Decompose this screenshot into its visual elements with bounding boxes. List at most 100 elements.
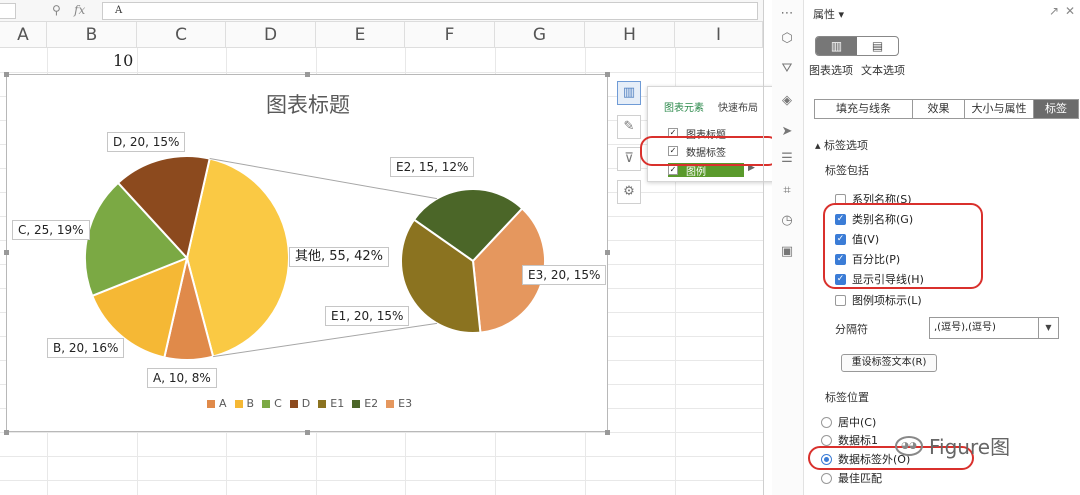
- tab-size-properties[interactable]: 大小与属性: [965, 100, 1034, 118]
- radio-inside-end[interactable]: [821, 434, 832, 446]
- legend-swatch: [262, 399, 271, 408]
- chart-options-icon[interactable]: ▥: [816, 37, 857, 55]
- radio-center[interactable]: [821, 416, 832, 428]
- checkbox-legend[interactable]: ✓: [668, 165, 678, 175]
- resize-handle[interactable]: [605, 430, 610, 435]
- data-label-e3[interactable]: E3, 20, 15%: [522, 265, 607, 285]
- data-label-other[interactable]: 其他, 55, 42%: [289, 247, 389, 267]
- resize-handle[interactable]: [4, 430, 9, 435]
- tab-labels[interactable]: 标签: [1034, 100, 1078, 118]
- section-label-options[interactable]: ▴ 标签选项: [815, 137, 868, 153]
- pie-of-pie-chart[interactable]: 图表标题 D, 20, 15% C, 25, 19% B, 20, 16% A,…: [6, 74, 608, 432]
- position-inside-end[interactable]: 数据标1: [821, 433, 878, 447]
- reset-label-text-button[interactable]: 重设标签文本(R): [841, 354, 937, 372]
- formula-bar: ⚲ fx A: [0, 0, 763, 22]
- tab-chart-elements[interactable]: 图表元素: [664, 99, 704, 114]
- chart-filter-icon[interactable]: ⊽: [617, 147, 641, 171]
- column-header-c[interactable]: C: [137, 22, 226, 48]
- column-header-i[interactable]: I: [675, 22, 763, 48]
- chart-style-brush-icon[interactable]: ✎: [617, 115, 641, 139]
- close-icon[interactable]: ✕: [1065, 4, 1075, 18]
- expand-icon[interactable]: ↗: [1049, 4, 1059, 18]
- data-label-e2[interactable]: E2, 15, 12%: [390, 157, 475, 177]
- chart-settings-gear-icon[interactable]: ⚙: [617, 180, 641, 204]
- position-best-fit[interactable]: 最佳匹配: [821, 471, 882, 485]
- crop-icon[interactable]: ⌗: [778, 182, 796, 200]
- resize-handle[interactable]: [305, 430, 310, 435]
- legend-item[interactable]: E3: [386, 397, 412, 410]
- properties-sliders-icon[interactable]: ☰: [778, 150, 796, 168]
- panel-divider[interactable]: [763, 0, 764, 495]
- sidebar-icon-column: ⋯ ⬡ ⛛ ◈ ➤ ☰ ⌗ ◷ ▣: [772, 0, 804, 495]
- image-icon[interactable]: ▣: [778, 243, 796, 261]
- tab-quick-layout[interactable]: 快速布局: [718, 99, 758, 114]
- shapes-icon[interactable]: ⬡: [778, 30, 796, 48]
- resize-handle[interactable]: [605, 72, 610, 77]
- option-label: 最佳匹配: [838, 472, 882, 485]
- column-header-g[interactable]: G: [495, 22, 585, 48]
- fill-bucket-icon[interactable]: ⛛: [778, 60, 796, 78]
- legend-label: D: [301, 397, 311, 410]
- watermark: ◕◕ Figure图: [895, 431, 1010, 460]
- column-header-a[interactable]: A: [0, 22, 47, 48]
- resize-handle[interactable]: [605, 250, 610, 255]
- separator-label: 分隔符: [835, 323, 868, 336]
- checkbox-legend-key[interactable]: [835, 294, 846, 306]
- option-segment: ▥ ▤: [815, 36, 899, 56]
- radio-best-fit[interactable]: [821, 472, 832, 484]
- text-options-icon[interactable]: ▤: [857, 37, 898, 55]
- zoom-icon[interactable]: ⚲: [52, 3, 61, 17]
- column-header-b[interactable]: B: [47, 22, 137, 48]
- legend-item[interactable]: E2: [352, 397, 378, 410]
- resize-handle[interactable]: [305, 72, 310, 77]
- style-icon[interactable]: ◈: [778, 92, 796, 110]
- position-center[interactable]: 居中(C): [821, 415, 876, 429]
- name-box[interactable]: [0, 3, 16, 19]
- legend-label: C: [274, 397, 282, 410]
- cell-b1-value[interactable]: 10: [113, 51, 133, 70]
- legend-item[interactable]: C: [262, 397, 282, 410]
- legend-item[interactable]: D: [289, 397, 311, 410]
- legend-label: E2: [364, 397, 379, 410]
- data-label-b[interactable]: B, 20, 16%: [47, 338, 125, 358]
- legend-item[interactable]: B: [234, 397, 254, 410]
- column-header-e[interactable]: E: [316, 22, 405, 48]
- legend-item[interactable]: E1: [318, 397, 344, 410]
- more-menu-icon[interactable]: ⋯: [778, 5, 796, 23]
- panel-title[interactable]: 属性 ▾: [813, 6, 844, 22]
- grid-line: [0, 480, 763, 481]
- separator-select[interactable]: ,(逗号),(逗号) ▼: [929, 317, 1059, 339]
- cursor-select-icon[interactable]: ➤: [778, 123, 796, 141]
- data-label-e1[interactable]: E1, 20, 15%: [325, 306, 410, 326]
- chart-legend[interactable]: A B C D E1 E2 E3: [207, 397, 412, 410]
- separator-value: ,(逗号),(逗号): [934, 322, 996, 333]
- legend-swatch: [352, 399, 361, 408]
- spreadsheet-app: ⚲ fx A A B C D E F G H I 10 图表标题 D, 20, …: [0, 0, 1080, 495]
- text-options-label[interactable]: 文本选项: [861, 62, 905, 78]
- data-label-c[interactable]: C, 25, 19%: [12, 220, 90, 240]
- chart-elements-popup: 图表元素 快速布局 ✓ 图表标题 ✓ 数据标签 ✓ 图例 ▶: [647, 86, 779, 182]
- formula-input[interactable]: A: [102, 2, 758, 20]
- option-legend-key[interactable]: 图例项标示(L): [835, 293, 922, 307]
- option-label: 图例项标示(L): [852, 294, 922, 307]
- legend-swatch: [386, 399, 395, 408]
- chart-elements-icon[interactable]: ▥: [617, 81, 641, 105]
- tab-effects[interactable]: 效果: [913, 100, 965, 118]
- history-icon[interactable]: ◷: [778, 212, 796, 230]
- legend-label: E3: [398, 397, 413, 410]
- data-label-d[interactable]: D, 20, 15%: [107, 132, 186, 152]
- column-header-h[interactable]: H: [585, 22, 675, 48]
- column-header-f[interactable]: F: [405, 22, 495, 48]
- legend-item[interactable]: A: [207, 397, 227, 410]
- column-header-d[interactable]: D: [226, 22, 316, 48]
- tab-fill-line[interactable]: 填充与线条: [815, 100, 913, 118]
- legend-label: E1: [330, 397, 345, 410]
- chevron-down-icon[interactable]: ▼: [1038, 318, 1058, 338]
- resize-handle[interactable]: [4, 72, 9, 77]
- chart-options-label[interactable]: 图表选项: [809, 62, 853, 78]
- data-label-a[interactable]: A, 10, 8%: [147, 368, 217, 388]
- fx-icon[interactable]: fx: [74, 3, 85, 17]
- legend-swatch: [207, 399, 215, 408]
- resize-handle[interactable]: [4, 250, 9, 255]
- option-label: 居中(C): [838, 416, 877, 429]
